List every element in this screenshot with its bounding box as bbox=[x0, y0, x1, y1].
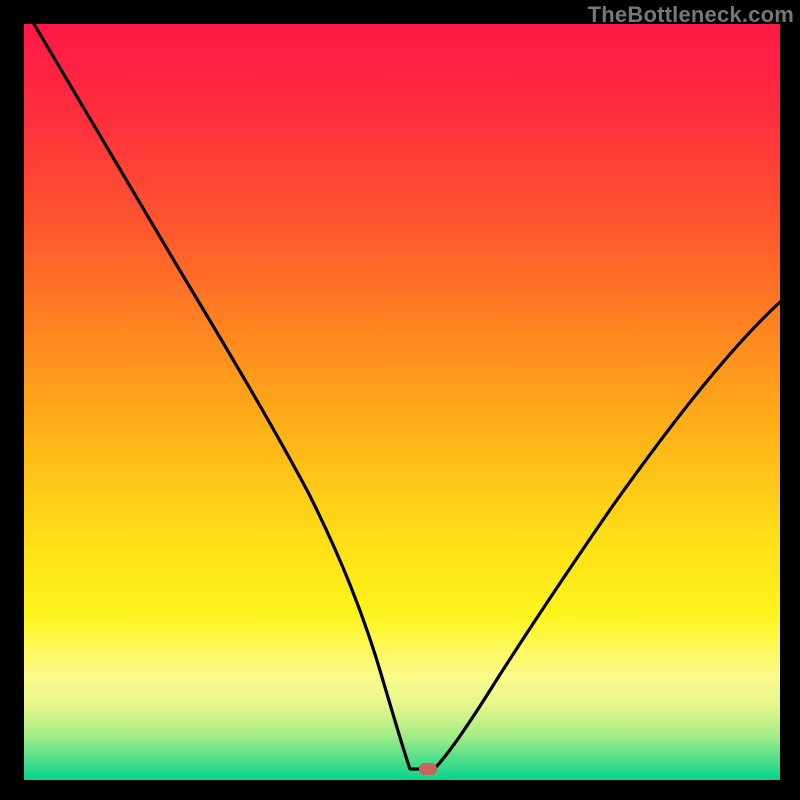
chart-stage: TheBottleneck.com bbox=[0, 0, 800, 800]
minimum-marker bbox=[419, 763, 437, 775]
bottleneck-curve bbox=[24, 24, 780, 780]
watermark-text: TheBottleneck.com bbox=[588, 2, 794, 28]
